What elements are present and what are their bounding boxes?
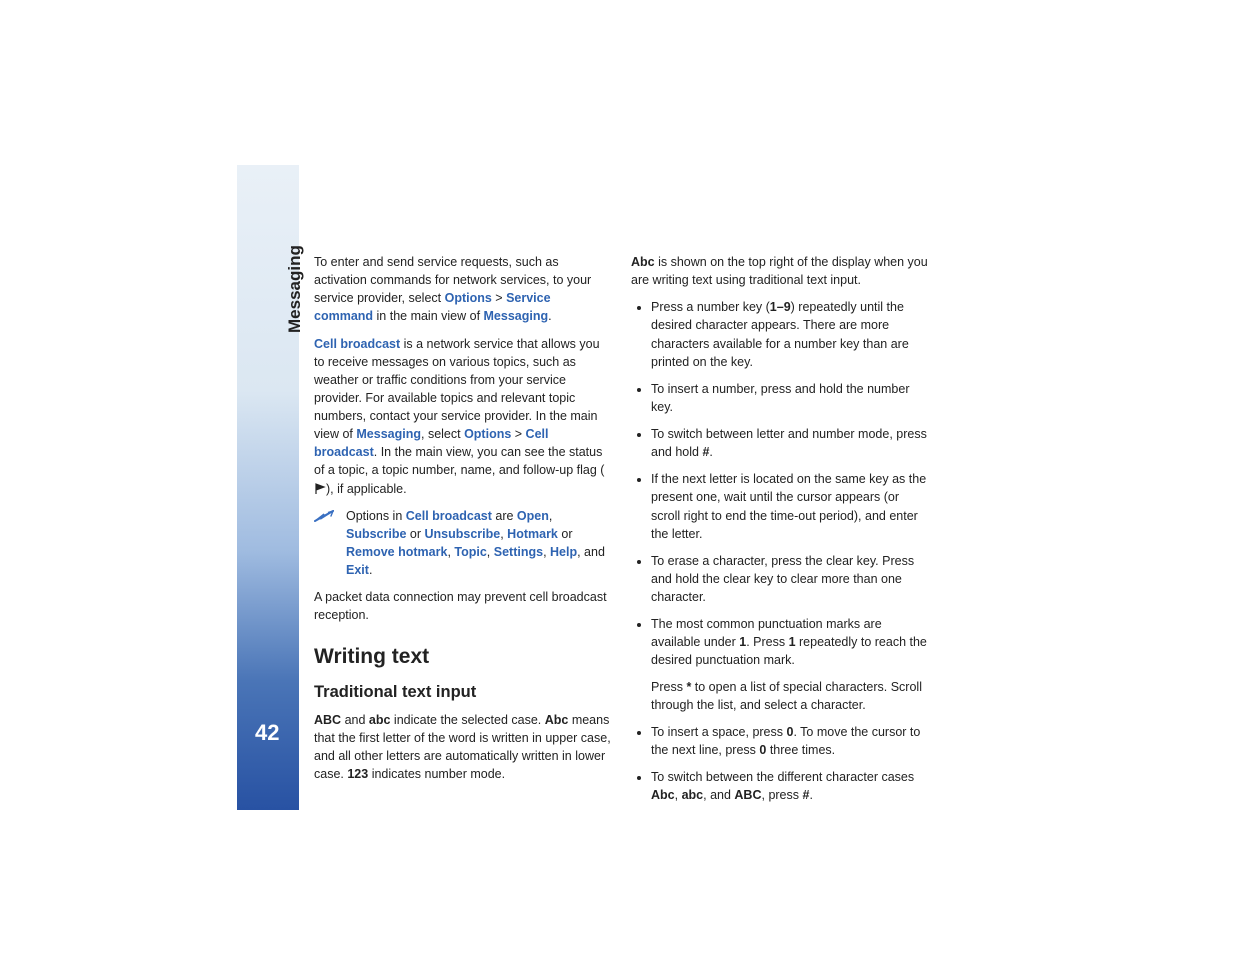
flag-icon xyxy=(314,482,326,496)
link-hotmark[interactable]: Hotmark xyxy=(507,527,558,541)
text: are xyxy=(492,509,517,523)
label-123: 123 xyxy=(347,767,368,781)
tip-icon xyxy=(314,507,336,580)
link-cell-broadcast[interactable]: Cell broadcast xyxy=(314,337,400,351)
list-item: The most common punctuation marks are av… xyxy=(651,615,930,714)
text: , select xyxy=(421,427,464,441)
text: or xyxy=(406,527,424,541)
paragraph-case-indicator: ABC and abc indicate the selected case. … xyxy=(314,711,613,784)
paragraph-packet-data: A packet data connection may prevent cel… xyxy=(314,588,613,624)
text: > xyxy=(511,427,525,441)
sub-note-special-chars: Press * to open a list of special charac… xyxy=(651,678,930,714)
text: in the main view of xyxy=(373,309,483,323)
key-range: 1–9 xyxy=(770,300,791,314)
section-label: Messaging xyxy=(285,245,305,333)
paragraph-cell-broadcast: Cell broadcast is a network service that… xyxy=(314,335,613,498)
text: is a network service that allows you to … xyxy=(314,337,600,442)
text: , xyxy=(549,509,552,523)
text: To switch between letter and number mode… xyxy=(651,427,927,459)
list-item: If the next letter is located on the sam… xyxy=(651,470,930,543)
text: . xyxy=(548,309,551,323)
text: To insert a space, press xyxy=(651,725,786,739)
list-item: Press a number key (1–9) repeatedly unti… xyxy=(651,298,930,371)
bullet-list-input: Press a number key (1–9) repeatedly unti… xyxy=(631,298,930,804)
text: Options in xyxy=(346,509,406,523)
text: , xyxy=(675,788,682,802)
text: , xyxy=(487,545,494,559)
link-exit[interactable]: Exit xyxy=(346,563,369,577)
link-unsubscribe[interactable]: Unsubscribe xyxy=(425,527,501,541)
link-subscribe[interactable]: Subscribe xyxy=(346,527,406,541)
link-messaging[interactable]: Messaging xyxy=(356,427,421,441)
text: , and xyxy=(703,788,734,802)
label-Abc: Abc xyxy=(651,788,675,802)
tip-text: Options in Cell broadcast are Open, Subs… xyxy=(346,507,613,580)
link-open[interactable]: Open xyxy=(517,509,549,523)
list-item: To insert a number, press and hold the n… xyxy=(651,380,930,416)
link-settings[interactable]: Settings xyxy=(494,545,543,559)
text: to open a list of special characters. Sc… xyxy=(651,680,922,712)
text: , press xyxy=(762,788,803,802)
heading-traditional-input: Traditional text input xyxy=(314,681,613,705)
text: three times. xyxy=(766,743,835,757)
text: , and xyxy=(577,545,605,559)
list-item: To switch between the different characte… xyxy=(651,768,930,804)
label-ABC: ABC xyxy=(314,713,341,727)
text: ), if applicable. xyxy=(326,482,407,496)
link-help[interactable]: Help xyxy=(550,545,577,559)
tip-options-cell-broadcast: Options in Cell broadcast are Open, Subs… xyxy=(314,507,613,580)
link-cell-broadcast[interactable]: Cell broadcast xyxy=(406,509,492,523)
text: . xyxy=(709,445,712,459)
link-remove-hotmark[interactable]: Remove hotmark xyxy=(346,545,447,559)
list-item: To erase a character, press the clear ke… xyxy=(651,552,930,606)
text: > xyxy=(492,291,506,305)
paragraph-abc-display: Abc is shown on the top right of the dis… xyxy=(631,253,930,289)
text: or xyxy=(558,527,573,541)
paragraph-service-requests: To enter and send service requests, such… xyxy=(314,253,613,326)
page-number: 42 xyxy=(255,720,279,746)
text: and xyxy=(341,713,369,727)
text: . Press xyxy=(746,635,788,649)
text: Press a number key ( xyxy=(651,300,770,314)
list-item: To insert a space, press 0. To move the … xyxy=(651,723,930,759)
label-ABC: ABC xyxy=(734,788,761,802)
link-topic[interactable]: Topic xyxy=(454,545,486,559)
text: . xyxy=(809,788,812,802)
link-messaging[interactable]: Messaging xyxy=(484,309,549,323)
link-options[interactable]: Options xyxy=(464,427,511,441)
link-options[interactable]: Options xyxy=(445,291,492,305)
text: , xyxy=(543,545,550,559)
label-Abc: Abc xyxy=(631,255,655,269)
text: Press xyxy=(651,680,686,694)
label-Abc: Abc xyxy=(545,713,569,727)
list-item: To switch between letter and number mode… xyxy=(651,425,930,461)
text: To switch between the different characte… xyxy=(651,770,914,784)
page-content: To enter and send service requests, such… xyxy=(314,253,930,804)
text: is shown on the top right of the display… xyxy=(631,255,928,287)
heading-writing-text: Writing text xyxy=(314,642,613,672)
label-abc: abc xyxy=(369,713,391,727)
label-abc: abc xyxy=(682,788,704,802)
text: indicates number mode. xyxy=(368,767,505,781)
text: . xyxy=(369,563,372,577)
key-1: 1 xyxy=(789,635,796,649)
text: indicate the selected case. xyxy=(390,713,544,727)
